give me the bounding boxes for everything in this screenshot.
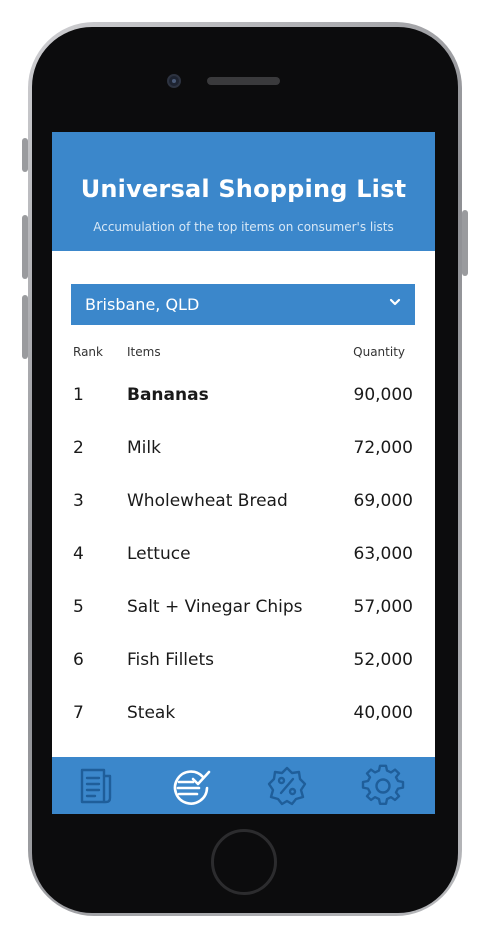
receipt-icon — [80, 768, 112, 804]
power-button — [462, 210, 468, 276]
row-rank: 4 — [73, 544, 84, 564]
row-rank: 2 — [73, 438, 84, 458]
phone-mockup: Universal Shopping List Accumulation of … — [0, 0, 500, 951]
column-header-items: Items — [127, 345, 161, 359]
earpiece-speaker — [207, 77, 280, 85]
row-item: Salt + Vinegar Chips — [127, 597, 303, 617]
tab-shopping-list[interactable] — [169, 764, 213, 808]
table-row[interactable]: 5 Salt + Vinegar Chips 57,000 — [52, 597, 435, 627]
row-quantity: 90,000 — [353, 385, 413, 405]
row-rank: 5 — [73, 597, 84, 617]
gear-icon — [361, 764, 405, 805]
checklist-icon — [173, 770, 211, 805]
location-value: Brisbane, QLD — [85, 295, 200, 314]
table-row[interactable]: 6 Fish Fillets 52,000 — [52, 650, 435, 680]
table-row[interactable]: 2 Milk 72,000 — [52, 438, 435, 468]
home-button[interactable] — [211, 829, 277, 895]
app-screen: Universal Shopping List Accumulation of … — [52, 132, 435, 814]
row-item: Fish Fillets — [127, 650, 214, 670]
row-item: Lettuce — [127, 544, 191, 564]
row-quantity: 63,000 — [353, 544, 413, 564]
table-row[interactable]: 4 Lettuce 63,000 — [52, 544, 435, 574]
page-subtitle: Accumulation of the top items on consume… — [93, 220, 394, 234]
discount-badge-icon — [267, 766, 307, 806]
row-rank: 6 — [73, 650, 84, 670]
row-rank: 7 — [73, 703, 84, 723]
row-quantity: 69,000 — [353, 491, 413, 511]
row-quantity: 40,000 — [353, 703, 413, 723]
tab-settings[interactable] — [361, 764, 405, 808]
bottom-tab-bar — [52, 757, 435, 814]
table-row[interactable]: 1 Bananas 90,000 — [52, 385, 435, 415]
row-item: Milk — [127, 438, 161, 458]
app-header: Universal Shopping List Accumulation of … — [52, 132, 435, 251]
row-quantity: 57,000 — [353, 597, 413, 617]
row-quantity: 72,000 — [353, 438, 413, 458]
table-row[interactable]: 3 Wholewheat Bread 69,000 — [52, 491, 435, 521]
tab-receipts[interactable] — [74, 764, 118, 808]
row-rank: 3 — [73, 491, 84, 511]
tab-discounts[interactable] — [265, 764, 309, 808]
column-header-quantity: Quantity — [353, 345, 405, 359]
location-dropdown[interactable]: Brisbane, QLD — [71, 284, 415, 325]
column-header-rank: Rank — [73, 345, 103, 359]
page-title: Universal Shopping List — [80, 175, 407, 203]
row-item: Bananas — [127, 385, 209, 405]
row-item: Steak — [127, 703, 176, 723]
table-row[interactable]: 7 Steak 40,000 — [52, 703, 435, 733]
row-quantity: 52,000 — [353, 650, 413, 670]
front-camera — [167, 74, 181, 88]
row-item: Wholewheat Bread — [127, 491, 288, 511]
chevron-down-icon — [389, 298, 401, 306]
row-rank: 1 — [73, 385, 84, 405]
